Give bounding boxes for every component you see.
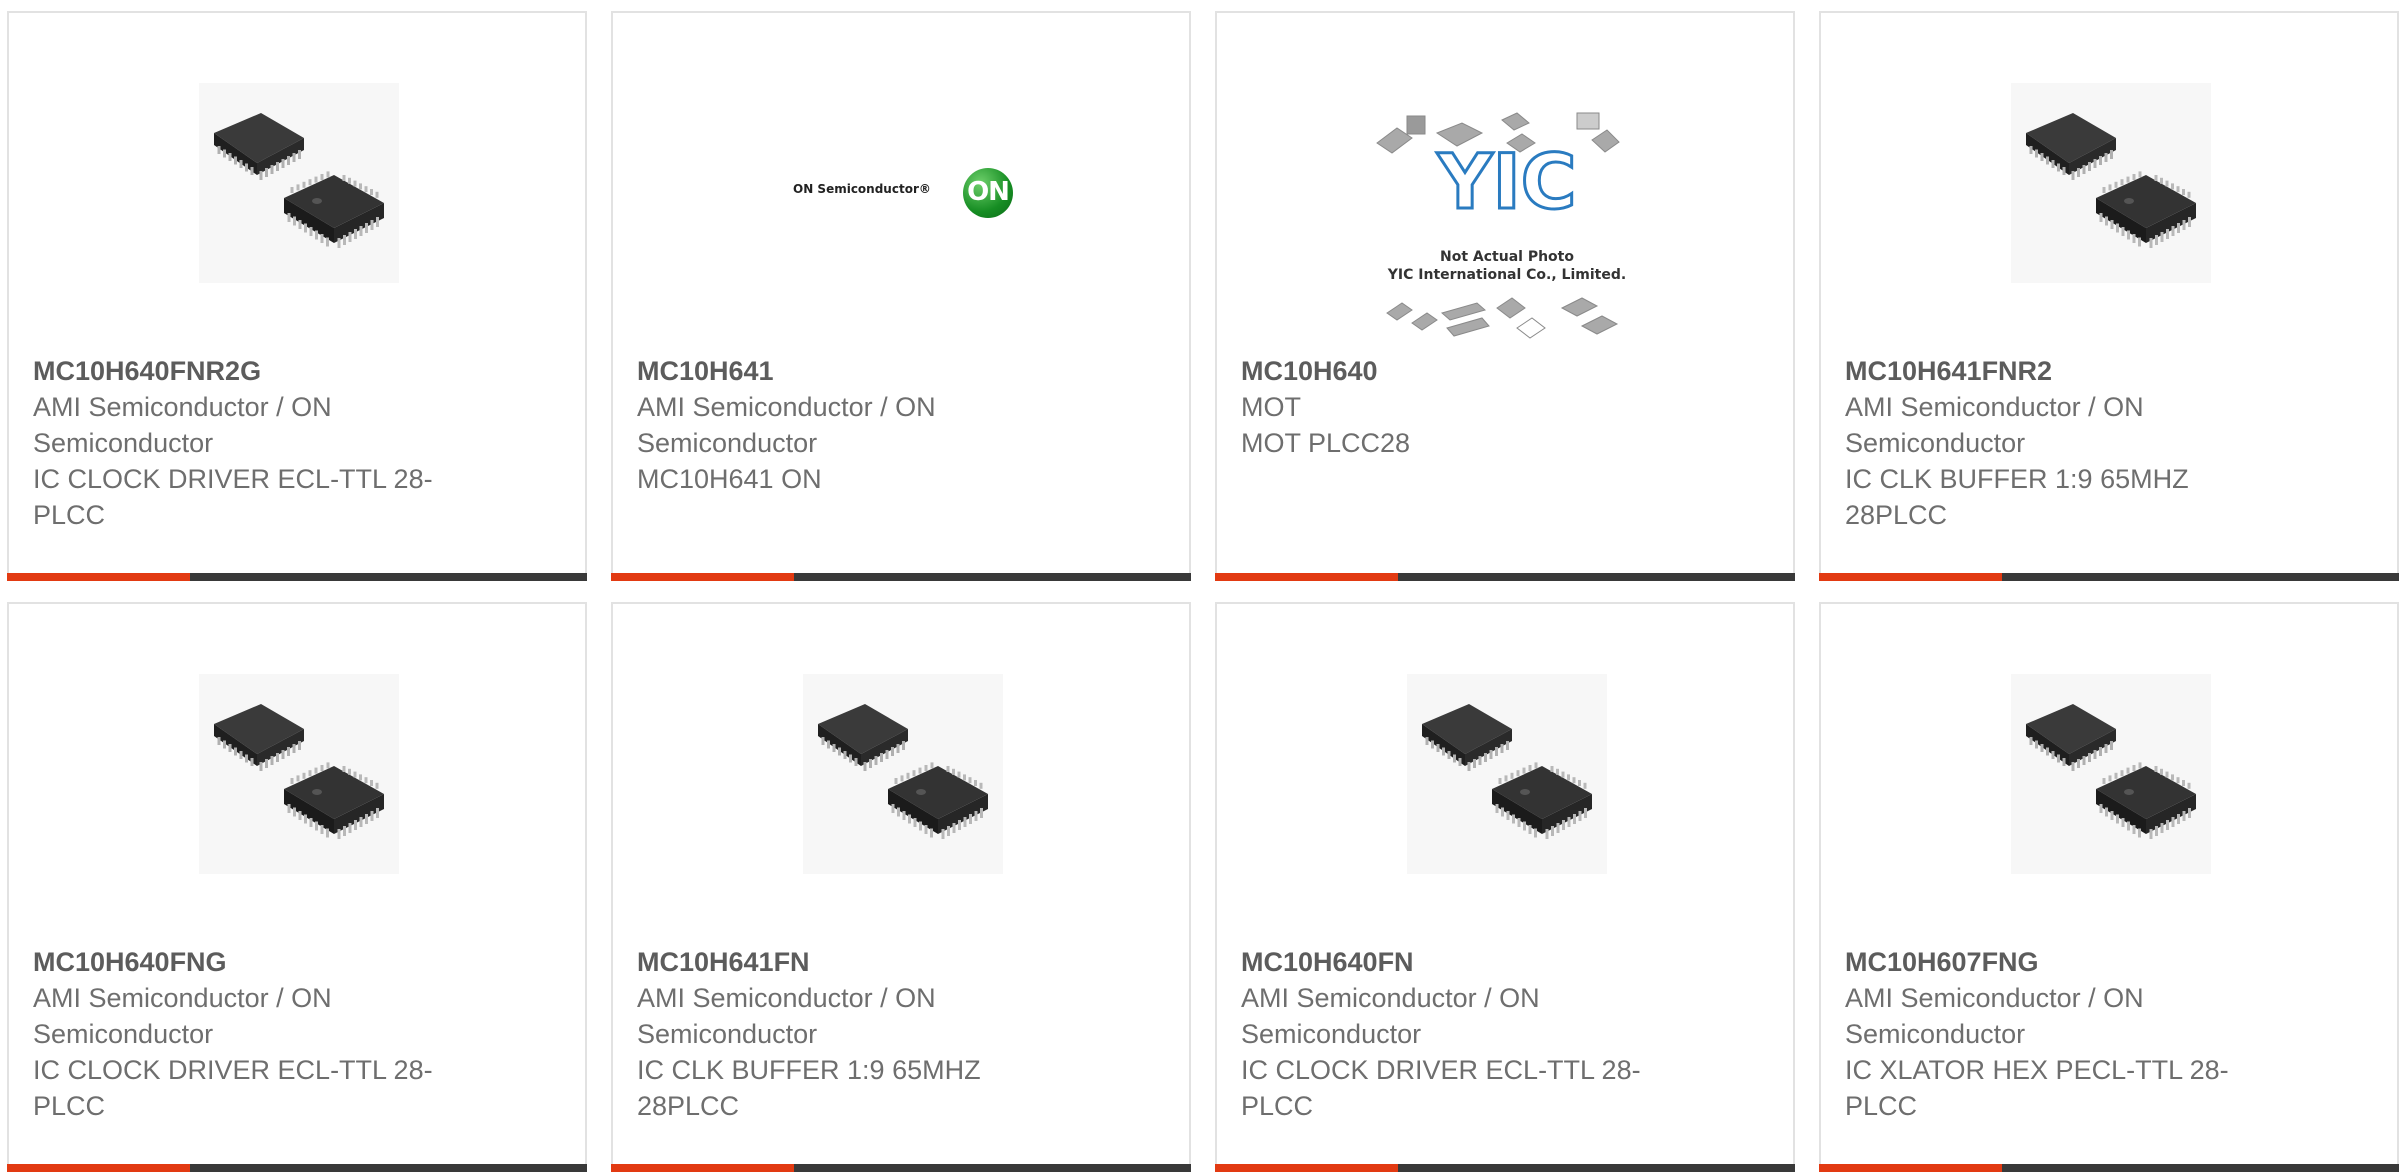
product-image[interactable] [2011,83,2211,283]
part-number[interactable]: MC10H640 [1241,353,1681,389]
description: MOT PLCC28 [1241,428,1411,458]
product-info: MC10H640FNG AMI Semiconductor / ON Semic… [33,944,473,1124]
description: MC10H641 ON [637,464,822,494]
plcc-chip-icon [199,83,399,283]
product-image[interactable]: YIC Not Actual Photo YIC International C… [1367,98,1647,348]
manufacturer: AMI Semiconductor / ON Semiconductor [1845,392,2144,458]
svg-text:YIC: YIC [1436,137,1576,226]
product-grid: MC10H640FNR2G AMI Semiconductor / ON Sem… [7,11,2399,1172]
description: IC CLK BUFFER 1:9 65MHZ 28PLCC [637,1055,981,1121]
accent-bar [7,1164,190,1172]
product-card[interactable]: MC10H640FN AMI Semiconductor / ON Semico… [1215,602,1795,1172]
on-semiconductor-logo-icon: ON [963,168,1013,218]
accent-bar [1215,573,1398,581]
part-number[interactable]: MC10H607FNG [1845,944,2285,980]
product-image[interactable] [199,674,399,874]
on-semiconductor-wordmark: ON Semiconductor® [793,182,931,196]
product-info: MC10H641FN AMI Semiconductor / ON Semico… [637,944,1077,1124]
manufacturer: AMI Semiconductor / ON Semiconductor [33,392,332,458]
manufacturer: AMI Semiconductor / ON Semiconductor [1241,983,1540,1049]
manufacturer: AMI Semiconductor / ON Semiconductor [637,392,936,458]
description: IC XLATOR HEX PECL-TTL 28-PLCC [1845,1055,2229,1121]
description: IC CLOCK DRIVER ECL-TTL 28-PLCC [1241,1055,1641,1121]
product-image[interactable] [803,674,1003,874]
accent-bar [611,1164,794,1172]
card-footer-bar [7,1164,587,1172]
manufacturer: AMI Semiconductor / ON Semiconductor [33,983,332,1049]
yic-placeholder-icon: YIC [1376,112,1620,339]
part-number[interactable]: MC10H640FNR2G [33,353,473,389]
part-number[interactable]: MC10H641FNR2 [1845,353,2285,389]
accent-bar [7,573,190,581]
accent-bar [1215,1164,1398,1172]
card-footer-bar [611,1164,1191,1172]
accent-bar [1819,573,2002,581]
plcc-chip-icon [2011,83,2211,283]
description: IC CLK BUFFER 1:9 65MHZ 28PLCC [1845,464,2189,530]
yic-caption-2: YIC International Co., Limited. [1387,267,1627,283]
part-number[interactable]: MC10H641 [637,353,1077,389]
product-card[interactable]: MC10H641FNR2 AMI Semiconductor / ON Semi… [1819,11,2399,581]
product-info: MC10H607FNG AMI Semiconductor / ON Semic… [1845,944,2285,1124]
manufacturer: AMI Semiconductor / ON Semiconductor [1845,983,2144,1049]
product-card[interactable]: MC10H641FN AMI Semiconductor / ON Semico… [611,602,1191,1172]
product-card[interactable]: MC10H607FNG AMI Semiconductor / ON Semic… [1819,602,2399,1172]
part-number[interactable]: MC10H640FN [1241,944,1681,980]
product-card[interactable]: YIC Not Actual Photo YIC International C… [1215,11,1795,581]
card-footer-bar [611,573,1191,581]
card-footer-bar [1819,1164,2399,1172]
product-info: MC10H641 AMI Semiconductor / ON Semicond… [637,353,1077,497]
part-number[interactable]: MC10H640FNG [33,944,473,980]
plcc-chip-icon [1407,674,1607,874]
product-image[interactable]: ON Semiconductor® ON [793,158,1023,228]
card-footer-bar [1215,1164,1795,1172]
product-info: MC10H640FNR2G AMI Semiconductor / ON Sem… [33,353,473,533]
product-card[interactable]: MC10H640FNG AMI Semiconductor / ON Semic… [7,602,587,1172]
plcc-chip-icon [199,674,399,874]
card-footer-bar [7,573,587,581]
manufacturer: MOT [1241,392,1301,422]
part-number[interactable]: MC10H641FN [637,944,1077,980]
description: IC CLOCK DRIVER ECL-TTL 28-PLCC [33,1055,433,1121]
plcc-chip-icon [803,674,1003,874]
product-card[interactable]: ON Semiconductor® ON MC10H641 AMI Semico… [611,11,1191,581]
card-footer-bar [1215,573,1795,581]
accent-bar [611,573,794,581]
product-image[interactable] [1407,674,1607,874]
product-info: MC10H640FN AMI Semiconductor / ON Semico… [1241,944,1681,1124]
plcc-chip-icon [2011,674,2211,874]
yic-caption-1: Not Actual Photo [1440,249,1574,265]
manufacturer: AMI Semiconductor / ON Semiconductor [637,983,936,1049]
product-info: MC10H641FNR2 AMI Semiconductor / ON Semi… [1845,353,2285,533]
accent-bar [1819,1164,2002,1172]
card-footer-bar [1819,573,2399,581]
product-image[interactable] [2011,674,2211,874]
product-image[interactable] [199,83,399,283]
product-info: MC10H640 MOT MOT PLCC28 [1241,353,1681,461]
product-card[interactable]: MC10H640FNR2G AMI Semiconductor / ON Sem… [7,11,587,581]
description: IC CLOCK DRIVER ECL-TTL 28-PLCC [33,464,433,530]
